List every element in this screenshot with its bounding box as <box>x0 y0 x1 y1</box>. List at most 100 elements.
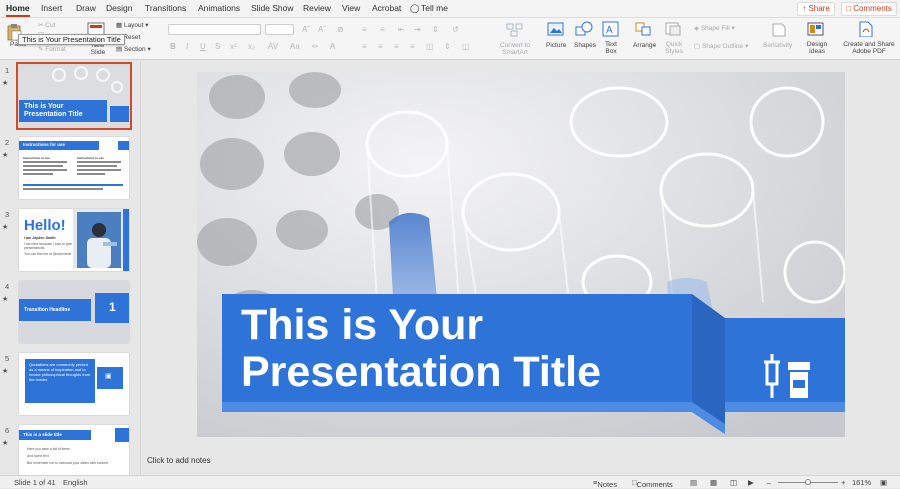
section-label: Section <box>123 46 146 53</box>
font-size-field[interactable] <box>265 24 294 35</box>
thumbnail-number: 1 <box>5 66 10 75</box>
notes-placeholder[interactable]: Click to add notes <box>147 456 211 465</box>
sensitivity-icon[interactable] <box>770 21 788 37</box>
italic-icon[interactable]: I <box>186 42 188 51</box>
font-name-field[interactable] <box>168 24 261 35</box>
slideshow-view-icon[interactable]: ▶ <box>748 478 754 487</box>
decrease-indent-icon[interactable]: ⇤ <box>398 25 405 34</box>
thumbnail-number: 6 <box>5 426 10 435</box>
subscript-icon[interactable]: x₂ <box>248 42 255 51</box>
tab-design[interactable]: Design <box>106 3 132 13</box>
share-button[interactable]: ↑ Share <box>797 2 835 16</box>
line-spacing-icon[interactable]: ⇕ <box>432 25 439 34</box>
format-painter-button[interactable]: ✎ Format <box>38 46 66 53</box>
tab-transitions[interactable]: Transitions <box>145 3 186 13</box>
quick-styles-icon[interactable] <box>664 21 684 37</box>
strikethrough-icon[interactable]: S <box>215 42 220 51</box>
tab-view[interactable]: View <box>342 3 360 13</box>
thumb-5-quote-icon: ▣ <box>105 373 112 380</box>
zoom-level[interactable]: 161% <box>852 478 871 487</box>
comments-button[interactable]: □ Comments <box>841 2 897 16</box>
text-box-icon[interactable]: A <box>602 21 620 37</box>
tab-home[interactable]: Home <box>6 3 30 17</box>
comments-status-button[interactable]: □ Comments <box>632 478 673 489</box>
thumb-3-body: I am Jayden Smith <box>24 236 56 240</box>
smartart-small-icon[interactable]: ◫ <box>462 42 470 51</box>
superscript-icon[interactable]: x² <box>230 42 237 51</box>
notes-button[interactable]: ≡ Notes <box>593 478 617 489</box>
increase-font-icon[interactable]: Aˆ <box>302 25 310 34</box>
thumbnail-slide-3[interactable]: Hello! I am Jayden Smith I am here becau… <box>19 209 129 271</box>
tab-acrobat[interactable]: Acrobat <box>372 3 401 13</box>
bullets-icon[interactable]: ≡ <box>362 25 367 34</box>
thumbnail-slide-4[interactable]: Transition Headline 1 <box>19 281 129 343</box>
thumb-3-body3: You can find me at @username <box>24 252 72 256</box>
thumb-6-title: This is a slide title <box>23 432 62 437</box>
shape-fill-button[interactable]: ◈ Shape Fill ▾ <box>694 25 735 32</box>
shapes-icon[interactable] <box>575 21 593 37</box>
zoom-out-button[interactable]: – <box>767 478 771 487</box>
thumb-2-title: Instructions for use <box>23 142 66 147</box>
fit-slide-icon[interactable]: ▣ <box>880 478 887 487</box>
syringe-pill-bottle-icon <box>764 354 810 398</box>
arrange-icon[interactable] <box>634 21 654 37</box>
change-case-icon[interactable]: Aa <box>290 42 300 51</box>
thumbnail-slide-2[interactable]: Instructions for use Instructions to use… <box>19 137 129 199</box>
tab-slide-show[interactable]: Slide Show <box>251 3 294 13</box>
smartart-icon[interactable] <box>505 22 525 38</box>
text-direction-icon[interactable]: ↺ <box>452 25 459 34</box>
columns-icon[interactable]: ◫ <box>426 42 434 51</box>
layout-label: Layout <box>123 22 144 29</box>
tab-review[interactable]: Review <box>303 3 331 13</box>
font-color-icon[interactable]: A <box>330 42 335 51</box>
thumbnail-slide-1[interactable]: This is Your Presentation Title <box>16 62 132 130</box>
cut-label: Cut <box>45 22 56 29</box>
slide-canvas[interactable]: This is Your Presentation Title <box>197 72 845 437</box>
underline-icon[interactable]: U <box>200 42 206 51</box>
thumb-3-side-band <box>123 209 129 271</box>
picture-icon[interactable] <box>547 21 565 37</box>
slide-counter: Slide 1 of 41 <box>14 478 56 487</box>
tab-insert[interactable]: Insert <box>41 3 62 13</box>
tab-draw[interactable]: Draw <box>76 3 96 13</box>
numbering-icon[interactable]: ≡ <box>380 25 385 34</box>
design-ideas-label: Design Ideas <box>806 41 828 55</box>
tab-animations[interactable]: Animations <box>198 3 240 13</box>
highlight-icon[interactable]: ✏ <box>312 42 319 51</box>
align-text-icon[interactable]: ⇕ <box>444 42 451 51</box>
zoom-in-button[interactable]: + <box>841 478 845 487</box>
thumbnail-slide-5[interactable]: ▣ Quotations are commonly printed as a m… <box>19 353 129 415</box>
tell-me-search[interactable]: Tell me <box>421 3 448 13</box>
character-spacing-icon[interactable]: AV <box>268 42 278 51</box>
align-center-icon[interactable]: ≡ <box>378 42 383 51</box>
normal-view-icon[interactable]: ▤ <box>690 478 697 487</box>
slide-title[interactable]: This is Your Presentation Title <box>241 302 701 396</box>
increase-indent-icon[interactable]: ⇥ <box>414 25 421 34</box>
quick-styles-label: Quick Styles <box>665 41 683 55</box>
shape-outline-button[interactable]: ▢ Shape Outline ▾ <box>694 43 748 50</box>
align-right-icon[interactable]: ≡ <box>394 42 399 51</box>
lightbulb-icon: ◯ <box>410 3 420 13</box>
decrease-font-icon[interactable]: Aˇ <box>318 25 326 34</box>
cut-button[interactable]: ✂ Cut <box>38 22 55 29</box>
justify-icon[interactable]: ≡ <box>410 42 415 51</box>
bold-icon[interactable]: B <box>170 42 176 51</box>
language-indicator[interactable]: English <box>63 478 88 487</box>
thumbnail-number: 3 <box>5 210 10 219</box>
slide-sorter-icon[interactable]: ▦ <box>710 478 717 487</box>
thumbnail-slide-6[interactable]: This is a slide title Here you have a li… <box>19 425 129 475</box>
clear-format-icon[interactable]: ⊘ <box>337 25 344 34</box>
layout-button[interactable]: ▦ Layout ▾ <box>116 22 149 29</box>
thumb-2-text-line <box>23 173 53 175</box>
zoom-slider-thumb[interactable] <box>805 479 811 485</box>
comments-label: Comments <box>853 4 892 13</box>
thumbnail-number: 5 <box>5 354 10 363</box>
section-button[interactable]: ▤ Section ▾ <box>116 46 151 53</box>
animation-star-icon: ★ <box>2 440 9 447</box>
design-ideas-icon[interactable] <box>807 21 825 37</box>
adobe-pdf-icon[interactable] <box>857 21 875 37</box>
reading-view-icon[interactable]: ◫ <box>730 478 737 487</box>
align-left-icon[interactable]: ≡ <box>362 42 367 51</box>
thumb-2-text-line <box>23 188 103 190</box>
slide-thumbnail-pane[interactable]: 1 ★ This is Your Presentation Title 2 ★ … <box>0 61 141 475</box>
